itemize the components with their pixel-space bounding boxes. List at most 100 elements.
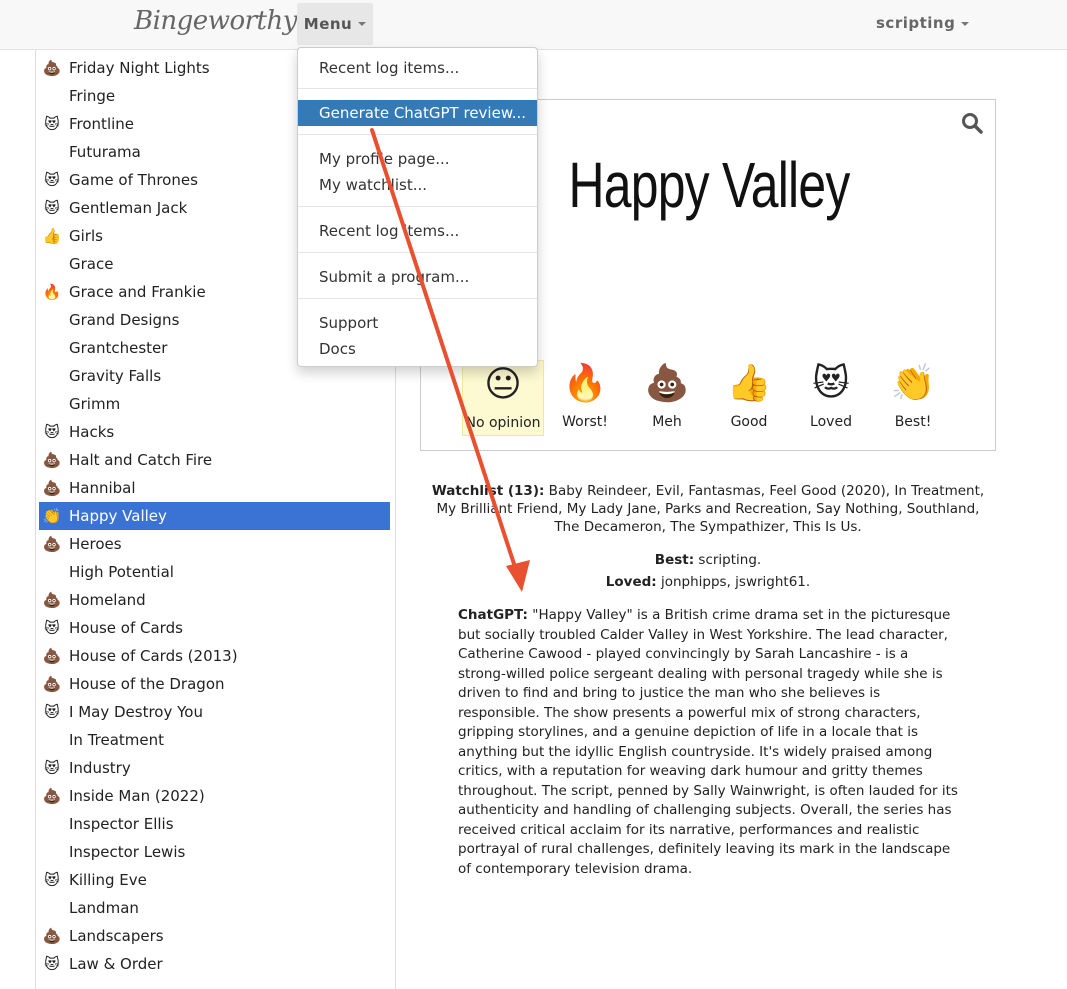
sidebar-item-label: High Potential bbox=[69, 563, 174, 581]
menu-divider bbox=[298, 298, 537, 299]
rating-option[interactable]: 🔥 Worst! bbox=[544, 360, 626, 436]
watchlist-summary: Watchlist (13): Baby Reindeer, Evil, Fan… bbox=[430, 482, 986, 536]
sidebar-item-label: Futurama bbox=[69, 143, 141, 161]
poop-icon: 💩 bbox=[644, 363, 690, 404]
rating-options: 😐 No opinion 🔥 Worst! 💩 Meh 👍 Good 😻 Loved 👏 Best! bbox=[462, 360, 954, 436]
sidebar-item[interactable]: 😻 Law & Order bbox=[39, 950, 390, 978]
sidebar-item[interactable]: 😻 Industry bbox=[39, 754, 390, 782]
poop-icon: 💩 bbox=[42, 647, 62, 665]
menu-dropdown-toggle[interactable]: Menu bbox=[297, 3, 373, 45]
menu-dropdown: Recent log items... Generate ChatGPT rev… bbox=[297, 47, 538, 367]
sidebar-item-label: Homeland bbox=[69, 591, 146, 609]
menu-divider bbox=[298, 134, 537, 135]
menu-item-profile-page[interactable]: My profile page... bbox=[298, 146, 537, 172]
sidebar-item-label: Fringe bbox=[69, 87, 116, 105]
rating-label: Loved bbox=[810, 414, 852, 430]
show-title: Happy Valley bbox=[568, 149, 850, 221]
sidebar-item-label: Girls bbox=[69, 227, 103, 245]
sidebar-item-label: Game of Thrones bbox=[69, 171, 198, 189]
poop-icon: 💩 bbox=[42, 787, 62, 805]
sidebar-item[interactable]: Inspector Lewis bbox=[39, 838, 390, 866]
best-label: Best: bbox=[654, 552, 695, 568]
menu-item-support[interactable]: Support bbox=[298, 310, 537, 336]
rating-option[interactable]: 💩 Meh bbox=[626, 360, 708, 436]
sidebar-item-label: Heroes bbox=[69, 535, 122, 553]
sidebar-item-label: House of Cards (2013) bbox=[69, 647, 238, 665]
watchlist-label: Watchlist (13): bbox=[431, 483, 545, 499]
sidebar-item-label: Gentleman Jack bbox=[69, 199, 188, 217]
sidebar-item[interactable]: High Potential bbox=[39, 558, 390, 586]
menu-item-watchlist[interactable]: My watchlist... bbox=[298, 172, 537, 198]
sidebar-item[interactable]: 💩 House of Cards (2013) bbox=[39, 642, 390, 670]
caret-down-icon bbox=[358, 22, 367, 26]
menu-item-submit-program[interactable]: Submit a program... bbox=[298, 264, 537, 290]
sidebar-item-label: Grace bbox=[69, 255, 114, 273]
sidebar-item[interactable]: 😻 House of Cards bbox=[39, 614, 390, 642]
user-menu-toggle[interactable]: scripting bbox=[876, 14, 970, 32]
sidebar-item-label: Killing Eve bbox=[69, 871, 147, 889]
sidebar-item-label: House of Cards bbox=[69, 619, 183, 637]
rating-option[interactable]: 👏 Best! bbox=[872, 360, 954, 436]
menu-divider bbox=[298, 88, 537, 89]
sidebar-item[interactable]: 💩 Homeland bbox=[39, 586, 390, 614]
sidebar-item-label: Grimm bbox=[69, 395, 121, 413]
menu-item-docs[interactable]: Docs bbox=[298, 336, 537, 362]
loved-label: Loved: bbox=[605, 574, 657, 590]
poop-icon: 💩 bbox=[42, 535, 62, 553]
fire-icon: 🔥 bbox=[562, 363, 608, 404]
best-text: scripting. bbox=[694, 552, 762, 568]
sidebar-item[interactable]: 💩 Hannibal bbox=[39, 474, 390, 502]
sidebar-item[interactable]: 💩 Heroes bbox=[39, 530, 390, 558]
sidebar-item[interactable]: Inspector Ellis bbox=[39, 810, 390, 838]
neutral-face-icon: 😐 bbox=[484, 364, 522, 405]
poop-icon: 💩 bbox=[42, 591, 62, 609]
rating-option[interactable]: 😻 Loved bbox=[790, 360, 872, 436]
sidebar-item[interactable]: 💩 House of the Dragon bbox=[39, 670, 390, 698]
rating-option[interactable]: 👍 Good bbox=[708, 360, 790, 436]
sidebar-item-label: Inspector Ellis bbox=[69, 815, 174, 833]
sidebar-item-label: Law & Order bbox=[69, 955, 163, 973]
sidebar-item[interactable]: 😻 Killing Eve bbox=[39, 866, 390, 894]
sidebar-item-label: Industry bbox=[69, 759, 131, 777]
sidebar-item-label: In Treatment bbox=[69, 731, 165, 749]
heart-eyes-cat-icon: 😻 bbox=[44, 955, 60, 973]
clapping-hands-icon: 👏 bbox=[890, 363, 936, 404]
menu-divider bbox=[298, 206, 537, 207]
sidebar-item-label: Landman bbox=[69, 899, 139, 917]
sidebar-item[interactable]: Grimm bbox=[39, 390, 390, 418]
search-icon[interactable] bbox=[961, 112, 983, 134]
chatgpt-review: ChatGPT: "Happy Valley" is a British cri… bbox=[458, 606, 958, 879]
sidebar-item[interactable]: 💩 Halt and Catch Fire bbox=[39, 446, 390, 474]
heart-eyes-cat-icon: 😻 bbox=[44, 871, 60, 889]
sidebar-item-label: Happy Valley bbox=[69, 507, 167, 525]
sidebar-item[interactable]: 😻 Hacks bbox=[39, 418, 390, 446]
loved-summary: Loved: jonphipps, jswright61. bbox=[420, 573, 996, 591]
rating-option[interactable]: 😐 No opinion bbox=[462, 360, 544, 436]
sidebar-item-label: Gravity Falls bbox=[69, 367, 162, 385]
chatgpt-text: "Happy Valley" is a British crime drama … bbox=[458, 607, 958, 877]
brand-logo[interactable]: Bingeworthy 3 bbox=[134, 6, 321, 36]
caret-down-icon bbox=[961, 21, 970, 26]
sidebar-item-label: Grand Designs bbox=[69, 311, 180, 329]
sidebar-item-active[interactable]: 👏 Happy Valley bbox=[39, 502, 390, 530]
menu-item-generate-chatgpt-review[interactable]: Generate ChatGPT review... bbox=[298, 100, 537, 126]
sidebar-item-label: Hannibal bbox=[69, 479, 136, 497]
thumbs-up-icon: 👍 bbox=[42, 227, 62, 245]
poop-icon: 💩 bbox=[42, 927, 62, 945]
sidebar-item[interactable]: In Treatment bbox=[39, 726, 390, 754]
sidebar-item[interactable]: Landman bbox=[39, 894, 390, 922]
fire-icon: 🔥 bbox=[42, 283, 62, 301]
sidebar-item-label: Frontline bbox=[69, 115, 135, 133]
sidebar-item-label: I May Destroy You bbox=[69, 703, 203, 721]
menu-item-recent-log-2[interactable]: Recent log items... bbox=[298, 218, 537, 244]
heart-eyes-cat-icon: 😻 bbox=[44, 423, 60, 441]
menu-label: Menu bbox=[303, 15, 353, 33]
sidebar-item[interactable]: 💩 Inside Man (2022) bbox=[39, 782, 390, 810]
chatgpt-label: ChatGPT: bbox=[458, 607, 528, 623]
heart-eyes-cat-icon: 😻 bbox=[44, 171, 60, 189]
sidebar-item[interactable]: 💩 Landscapers bbox=[39, 922, 390, 950]
sidebar-item-label: Halt and Catch Fire bbox=[69, 451, 213, 469]
sidebar-item-label: Grantchester bbox=[69, 339, 168, 357]
menu-item-recent-log[interactable]: Recent log items... bbox=[298, 55, 537, 81]
sidebar-item[interactable]: 😻 I May Destroy You bbox=[39, 698, 390, 726]
